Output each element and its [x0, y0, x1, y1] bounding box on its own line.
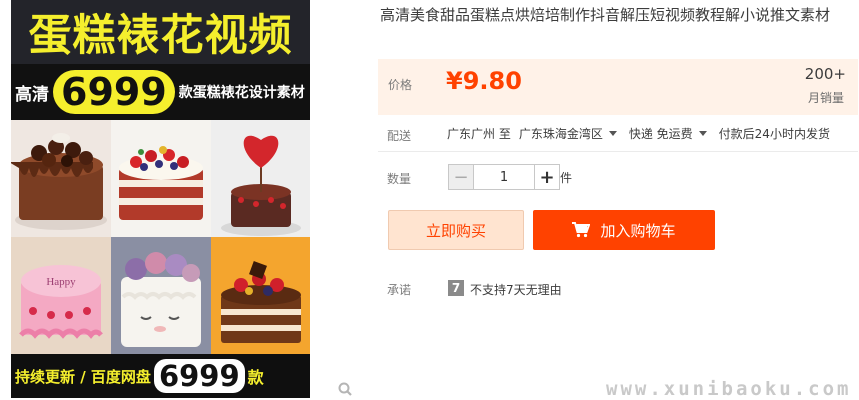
- cake-photo-llama: [111, 237, 211, 354]
- cake-photo-grid: Happy: [11, 120, 310, 354]
- shipping-info: 广东广州 至 广东珠海金湾区 快递 免运费 付款后24小时内发货: [447, 125, 830, 142]
- ship-from: 广东广州 至: [447, 127, 511, 141]
- plus-icon[interactable]: +: [534, 164, 560, 190]
- quantity-input[interactable]: 1: [474, 164, 534, 190]
- poster-header: 蛋糕裱花视频: [11, 0, 310, 64]
- price-panel: 价格 ¥9.80 200+ 月销量: [378, 59, 858, 115]
- poster-sub-number: 6999: [53, 70, 175, 114]
- minus-icon[interactable]: −: [448, 164, 474, 190]
- shopping-cart-icon: [572, 222, 591, 238]
- ship-method-caret-icon[interactable]: [698, 131, 707, 136]
- poster-sub-prefix: 高清: [15, 84, 49, 105]
- promise-text: 不支持7天无理由: [470, 283, 562, 297]
- ship-to-select[interactable]: 广东珠海金湾区: [519, 125, 603, 142]
- ship-method-select[interactable]: 快递 免运费: [629, 125, 693, 142]
- poster-title: 蛋糕裱花视频: [28, 11, 293, 61]
- poster-sub-suffix: 款蛋糕裱花设计素材: [178, 85, 305, 101]
- site-watermark: www.xunibaoku.com: [606, 378, 852, 400]
- price-value: ¥9.80: [446, 67, 522, 95]
- quantity-stepper: − 1 +: [448, 164, 560, 190]
- ship-time: 付款后24小时内发货: [718, 127, 830, 141]
- product-main-image[interactable]: 蛋糕裱花视频 高清 6999 款蛋糕裱花设计素材 Happy 持续更新 / 百度…: [11, 0, 310, 398]
- cake-photo-chocolate: [11, 120, 111, 237]
- promise-label: 承诺: [387, 283, 412, 297]
- poster-footer: 持续更新 / 百度网盘 6999 款: [11, 354, 310, 398]
- quantity-unit: 件: [560, 171, 573, 185]
- cake-photo-fruit-layer: [211, 237, 310, 354]
- monthly-sales-count: 200+: [804, 65, 846, 83]
- product-title: 高清美食甜品蛋糕点烘焙培制作抖音解压短视频教程解小说推文素材: [380, 6, 831, 24]
- poster-footer-text: 持续更新 / 百度网盘: [15, 367, 151, 386]
- price-label: 价格: [388, 78, 413, 92]
- magnifier-zoom-icon[interactable]: [338, 381, 352, 396]
- monthly-sales-label: 月销量: [807, 91, 844, 105]
- cake-photo-pink-birthday: Happy: [11, 237, 111, 354]
- svg-text:Happy: Happy: [46, 276, 76, 288]
- no-7-day-return-icon: 7: [448, 280, 464, 296]
- poster-footer-number: 6999: [153, 359, 245, 393]
- buy-now-button[interactable]: 立即购买: [388, 210, 524, 250]
- poster-subtitle-bar: 高清 6999 款蛋糕裱花设计素材: [11, 64, 310, 120]
- shipping-label: 配送: [387, 129, 412, 143]
- add-to-cart-label: 加入购物车: [600, 221, 676, 240]
- poster-footer-suffix: 款: [247, 368, 264, 387]
- add-to-cart-button[interactable]: 加入购物车: [533, 210, 715, 250]
- divider: [378, 151, 858, 152]
- cake-photo-berry: [111, 120, 211, 237]
- quantity-label: 数量: [387, 172, 412, 186]
- cake-photo-heart: [211, 120, 310, 237]
- ship-to-caret-icon[interactable]: [608, 131, 617, 136]
